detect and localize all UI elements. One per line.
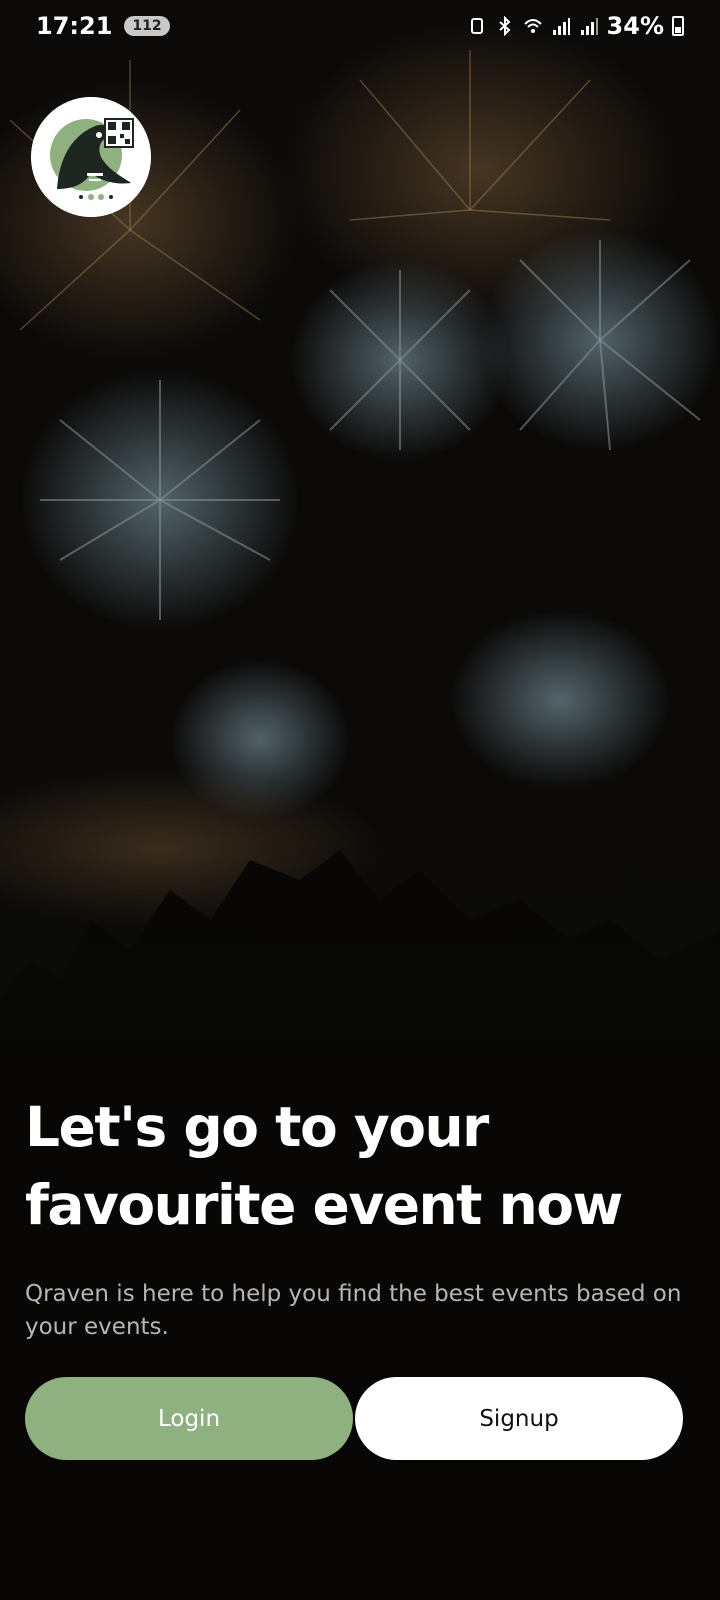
subtitle: Qraven is here to help you find the best… xyxy=(25,1281,682,1340)
signup-button[interactable]: Signup xyxy=(355,1377,683,1460)
battery-percent: 34% xyxy=(606,12,664,40)
auto-rotate-icon xyxy=(470,18,483,34)
headline-line-2: favourite event now xyxy=(25,1173,623,1237)
status-right: 34% xyxy=(467,12,684,40)
notification-count-badge: 112 xyxy=(124,16,170,36)
headline-line-1: Let's go to your xyxy=(25,1095,489,1159)
raven-qr-logo-icon xyxy=(31,97,151,217)
login-button[interactable]: Login xyxy=(25,1377,353,1460)
background-overlay xyxy=(0,0,720,1600)
headline: Let's go to your favourite event now xyxy=(25,1088,685,1244)
battery-icon xyxy=(672,16,684,36)
signal-icon xyxy=(580,18,598,35)
wifi-icon xyxy=(523,19,542,33)
bluetooth-icon xyxy=(498,16,511,36)
signal-icon xyxy=(552,18,570,35)
status-bar: 17:21 112 34% xyxy=(0,0,720,52)
clock: 17:21 xyxy=(36,12,113,40)
status-left: 17:21 112 xyxy=(36,12,170,40)
